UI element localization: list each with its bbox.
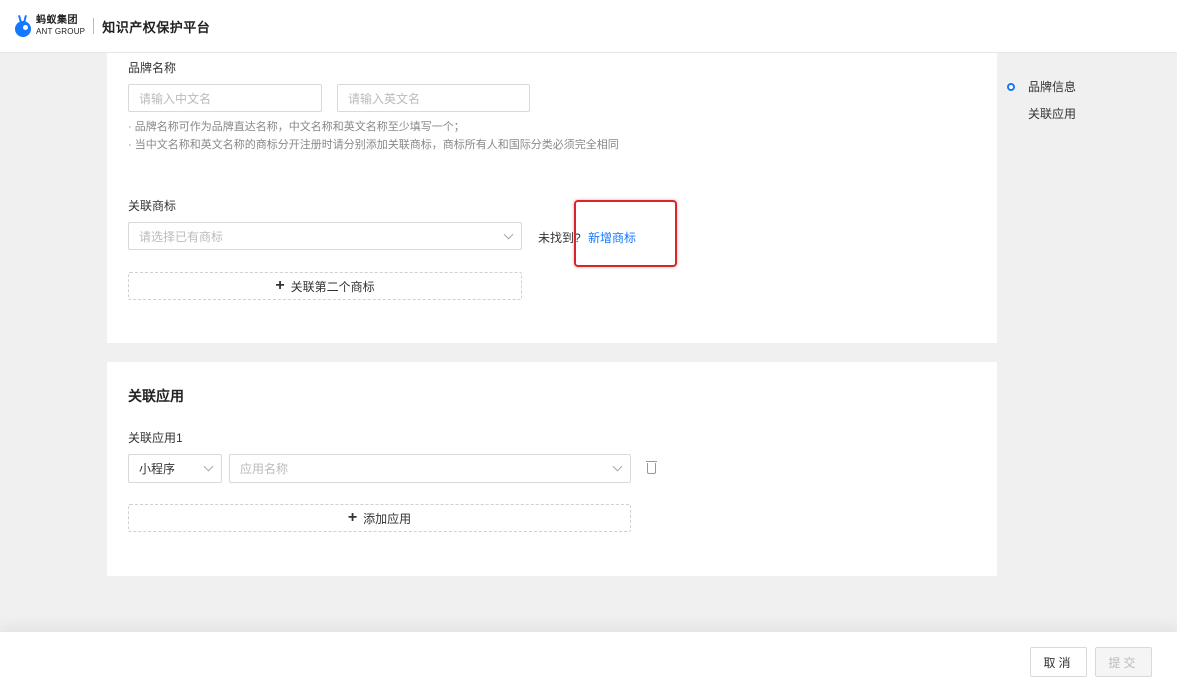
trademark-label: 关联商标 xyxy=(128,199,177,213)
app-name-select[interactable]: 应用名称 xyxy=(229,454,631,483)
app-type-select[interactable]: 小程序 xyxy=(128,454,222,483)
logo-text-cn: 蚂蚁集团 xyxy=(36,15,78,26)
delete-icon[interactable] xyxy=(646,461,657,474)
ant-group-logo[interactable]: 蚂蚁集团 ANT GROUP xyxy=(14,14,86,37)
plus-icon: + xyxy=(275,277,285,294)
app-type-value: 小程序 xyxy=(139,462,176,476)
anchor-item-label: 关联应用 xyxy=(1028,107,1077,121)
brand-hint-2: · 当中文名称和英文名称的商标分开注册时请分别添加关联商标，商标所有人和国际分类… xyxy=(128,139,619,151)
brand-en-name-placeholder: 请输入英文名 xyxy=(348,91,421,106)
top-bar: 蚂蚁集团 ANT GROUP 知识产权保护平台 xyxy=(0,0,1177,53)
add-second-trademark-button[interactable]: + 关联第二个商标 xyxy=(128,272,522,300)
add-second-trademark-label: 关联第二个商标 xyxy=(290,279,375,294)
anchor-item-brand-info[interactable]: 品牌信息 xyxy=(1005,78,1076,105)
anchor-item-related-apps[interactable]: 关联应用 xyxy=(1005,105,1076,132)
ant-logo-icon xyxy=(14,14,32,37)
add-app-label: 添加应用 xyxy=(363,511,412,526)
app-name-placeholder: 应用名称 xyxy=(240,462,289,476)
trademark-select[interactable]: 请选择已有商标 xyxy=(128,222,522,250)
highlight-annotation-box xyxy=(574,200,677,267)
brand-hint-1: · 品牌名称可作为品牌直达名称，中文名称和英文名称至少填写一个； xyxy=(128,121,465,133)
trademark-select-placeholder: 请选择已有商标 xyxy=(139,229,224,244)
platform-title: 知识产权保护平台 xyxy=(102,19,211,35)
chevron-down-icon xyxy=(612,461,623,472)
brand-en-name-input[interactable]: 请输入英文名 xyxy=(337,84,530,112)
chevron-down-icon xyxy=(203,461,214,472)
plus-icon: + xyxy=(347,509,358,526)
cancel-button[interactable]: 取消 xyxy=(1030,647,1087,677)
submit-button[interactable]: 提交 xyxy=(1095,647,1152,677)
brand-name-label: 品牌名称 xyxy=(128,61,177,75)
related-apps-title: 关联应用 xyxy=(128,388,184,404)
header-divider xyxy=(93,18,95,34)
chevron-down-icon xyxy=(503,229,514,240)
anchor-nav: 品牌信息 关联应用 xyxy=(1005,78,1076,132)
logo-text-en: ANT GROUP xyxy=(36,27,86,36)
add-app-button[interactable]: + 添加应用 xyxy=(128,504,631,532)
footer-bar: 取消 提交 xyxy=(0,631,1177,681)
anchor-active-dot-icon xyxy=(1007,83,1015,91)
anchor-item-label: 品牌信息 xyxy=(1028,80,1077,94)
app1-label: 关联应用1 xyxy=(128,431,183,445)
brand-cn-name-input[interactable]: 请输入中文名 xyxy=(128,84,322,112)
brand-cn-name-placeholder: 请输入中文名 xyxy=(139,91,212,106)
